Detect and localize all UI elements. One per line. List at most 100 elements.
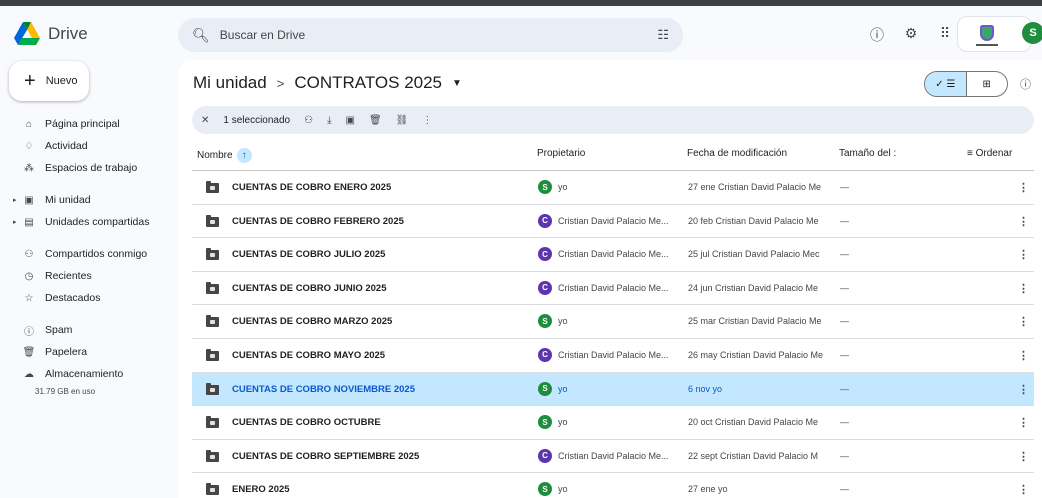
table-row[interactable]: CUENTAS DE COBRO ENERO 2025 Syo 27 ene Cri… [192,171,1034,205]
share-icon[interactable]: ⚇ [304,115,313,126]
sidebar-item-7[interactable]: ☆ Destacados [0,287,170,309]
table-row[interactable]: CUENTAS DE COBRO NOVIEMBRE 2025 Syo 6 nov … [192,372,1034,407]
sidebar-item-6[interactable]: ◷ Recientes [0,265,170,287]
file-list: CUENTAS DE COBRO ENERO 2025 Syo 27 ene Cri… [192,171,1034,498]
search-icon[interactable]: 🔍︎ [192,27,210,44]
sidebar-item-4[interactable]: ▸ ▤ Unidades compartidas [0,211,170,233]
folder-icon [206,449,219,462]
app-title: Drive [48,24,88,43]
more-actions-icon[interactable]: ⋮ [1018,483,1029,496]
storage-usage: 31.79 GB en uso [35,387,96,396]
help-icon[interactable]: ⓘ [868,25,886,45]
sort-ascending-icon[interactable]: ↑ [236,148,252,163]
sidebar-item-label: Almacenamiento [45,368,124,380]
owner-avatar: C [538,213,552,228]
tune-icon[interactable]: ☷ [657,27,669,43]
sidebar-item-9[interactable]: 🗑 Papelera [0,341,170,363]
apps-grid-icon[interactable]: ⠿ [936,25,954,45]
folder-icon [206,181,219,193]
shared-drives-icon: ▤ [24,216,34,228]
more-actions-icon[interactable]: ⋮ [422,115,432,126]
sidebar-item-3[interactable]: ▸ ▣ Mi unidad [0,189,170,211]
more-actions-icon[interactable]: ⋮ [1018,315,1029,328]
list-view-button[interactable]: ✓ ☰ [925,72,967,96]
more-actions-icon[interactable]: ⋮ [1018,282,1029,295]
sidebar-item-1[interactable]: ♢ Actividad [0,135,170,157]
more-actions-icon[interactable]: ⋮ [1018,215,1029,228]
file-size: — [840,383,849,394]
chevron-down-icon[interactable]: ▼ [452,78,462,89]
clear-selection-icon[interactable]: ✕ [201,115,209,126]
modified-date: 24 jun Cristian David Palacio Me [688,282,819,293]
file-size: — [840,316,849,327]
new-button[interactable]: + Nuevo [9,61,89,101]
owner-name: yo [558,316,568,327]
file-size: — [840,349,849,360]
workspaces-icon: ⁂ [24,162,34,174]
expand-arrow-icon[interactable]: ▸ [13,218,17,226]
download-icon[interactable]: ⤓ [327,115,331,126]
file-name: CUENTAS DE COBRO MARZO 2025 [232,316,393,328]
sidebar-item-0[interactable]: ⌂ Página principal [0,113,170,135]
folder-icon [206,214,219,227]
sidebar-item-2[interactable]: ⁂ Espacios de trabajo [0,157,170,179]
sidebar-item-5[interactable]: ⚇ Compartidos conmigo [0,243,170,265]
folder-icon [206,248,219,261]
more-actions-icon[interactable]: ⋮ [1018,181,1029,194]
table-row[interactable]: CUENTAS DE COBRO MARZO 2025 Syo 25 mar Cri… [192,305,1034,339]
move-icon[interactable]: ▣ [346,115,355,126]
account-avatar[interactable]: S [1022,22,1042,44]
folder-icon [206,382,219,395]
table-row[interactable]: ENERO 2025 Syo 27 ene yo — ⋮ [192,473,1034,498]
details-icon[interactable]: ⓘ [1020,76,1031,92]
breadcrumb-current[interactable]: CONTRATOS 2025 [294,73,442,93]
column-owner[interactable]: Propietario [537,148,585,159]
breadcrumb-root[interactable]: Mi unidad [193,73,267,93]
sidebar-item-8[interactable]: ⓘ Spam [0,319,170,341]
table-row[interactable]: CUENTAS DE COBRO MAYO 2025 C Cristian Davi… [192,339,1034,373]
table-row[interactable]: CUENTAS DE COBRO FEBRERO 2025 C Cristian D… [192,205,1034,239]
column-size[interactable]: Tamaño del : [839,148,896,159]
modified-date: 25 jul Cristian David Palacio Mec [688,249,820,260]
search-bar[interactable]: 🔍︎ ☷ [178,18,683,52]
more-actions-icon[interactable]: ⋮ [1018,450,1029,463]
breadcrumb-separator: > [276,75,285,91]
more-actions-icon[interactable]: ⋮ [1018,416,1029,429]
more-actions-icon[interactable]: ⋮ [1018,248,1029,261]
drive-logo[interactable]: Drive [14,22,88,46]
table-row[interactable]: CUENTAS DE COBRO SEPTIEMBRE 2025 C Cristia… [192,440,1034,474]
organization-logo[interactable] [957,16,1032,52]
delete-icon[interactable]: 🗑 [369,115,382,126]
view-toggle: ✓ ☰ ⊞ [924,71,1008,97]
modified-date: 20 oct Cristian David Palacio Me [688,417,819,428]
settings-icon[interactable]: ⚙ [902,25,920,45]
more-actions-icon[interactable]: ⋮ [1018,349,1029,362]
modified-date: 6 nov yo [688,383,723,394]
table-row[interactable]: CUENTAS DE COBRO JUNIO 2025 C Cristian Dav… [192,272,1034,306]
sidebar-item-label: Actividad [45,140,88,152]
more-actions-icon[interactable]: ⋮ [1018,383,1029,396]
organization-shield-icon [980,25,994,41]
copy-link-icon[interactable]: ⛓ [396,115,409,126]
file-size: — [840,215,849,226]
sidebar-item-10[interactable]: ☁ Almacenamiento [0,363,170,385]
column-modified[interactable]: Fecha de modificación [687,148,787,159]
table-row[interactable]: CUENTAS DE COBRO OCTUBRE Syo 20 oct Cristi… [192,406,1034,440]
selection-count: 1 seleccionado [223,114,291,126]
sidebar-item-label: Unidades compartidas [45,216,150,228]
file-size: — [840,417,849,428]
clock-icon: ◷ [24,270,34,282]
sort-button[interactable]: ≡ Ordenar [967,148,1012,159]
home-icon: ⌂ [25,118,33,130]
search-input[interactable] [219,28,658,42]
column-name[interactable]: Nombre ↑ [197,148,252,163]
sidebar-item-label: Página principal [45,118,120,130]
folder-icon [206,416,219,429]
expand-arrow-icon[interactable]: ▸ [13,196,17,204]
grid-view-button[interactable]: ⊞ [967,72,1008,96]
column-name-label: Nombre [197,150,233,162]
organization-logo-caption [976,44,998,46]
cloud-icon: ☁ [24,368,34,380]
table-row[interactable]: CUENTAS DE COBRO JULIO 2025 C Cristian Dav… [192,238,1034,272]
